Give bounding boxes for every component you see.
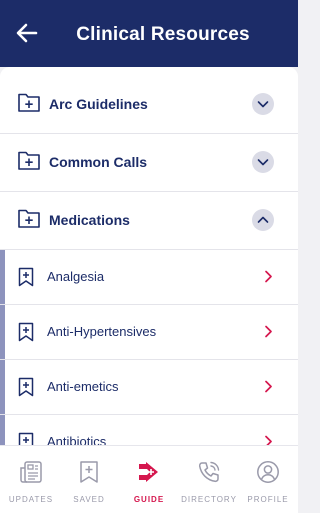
app-header: Clinical Resources [0, 0, 298, 67]
list-item-label: Analgesia [47, 269, 105, 284]
list-item-label: Antibiotics [47, 434, 107, 445]
chevron-down-icon [257, 159, 269, 166]
folder-label: Medications [49, 212, 130, 228]
list-item-label: Anti-Hypertensives [47, 324, 157, 339]
chevron-right-icon [265, 380, 272, 393]
chevron-right-icon [265, 435, 272, 445]
profile-icon [257, 461, 279, 483]
expand-button[interactable] [252, 93, 274, 115]
chevron-right-icon [265, 270, 272, 283]
bookmark-plus-icon [18, 322, 34, 342]
list-item-analgesia[interactable]: Analgesia [0, 250, 298, 305]
collapse-button[interactable] [252, 209, 274, 231]
expand-button[interactable] [252, 151, 274, 173]
folder-plus-icon [18, 209, 40, 228]
list-item-anti-emetics[interactable]: Anti-emetics [0, 360, 298, 415]
folder-label: Common Calls [49, 154, 148, 170]
folder-medications[interactable]: Medications [0, 192, 298, 250]
folder-plus-icon [18, 93, 40, 112]
page-title: Clinical Resources [76, 24, 250, 45]
chevron-right-icon [265, 325, 272, 338]
news-icon [20, 461, 42, 483]
chevron-up-icon [257, 216, 269, 223]
list-item-antibiotics[interactable]: Antibiotics [0, 415, 298, 445]
tab-profile[interactable]: PROFILE [238, 446, 298, 513]
tab-label: PROFILE [247, 495, 289, 504]
bookmark-icon [80, 461, 98, 483]
bookmark-plus-icon [18, 377, 34, 397]
list-item-label: Anti-emetics [47, 379, 119, 394]
resources-list: Arc Guidelines Common Calls Medications [0, 67, 298, 445]
folder-common-calls[interactable]: Common Calls [0, 134, 298, 192]
folder-plus-icon [18, 151, 40, 170]
phone-icon [198, 461, 220, 483]
bottom-tab-bar: UPDATES SAVED GUIDE DIRECTORY PROFILE [0, 445, 298, 513]
list-item-anti-hypertensives[interactable]: Anti-Hypertensives [0, 305, 298, 360]
chevron-down-icon [257, 101, 269, 108]
medications-sublist: Analgesia Anti-Hypertensives Anti-emetic… [0, 250, 298, 445]
guide-icon [139, 462, 158, 482]
folder-arc-guidelines[interactable]: Arc Guidelines [0, 67, 298, 134]
folder-label: Arc Guidelines [49, 96, 148, 112]
bookmark-plus-icon [18, 432, 34, 445]
bookmark-plus-icon [18, 267, 34, 287]
